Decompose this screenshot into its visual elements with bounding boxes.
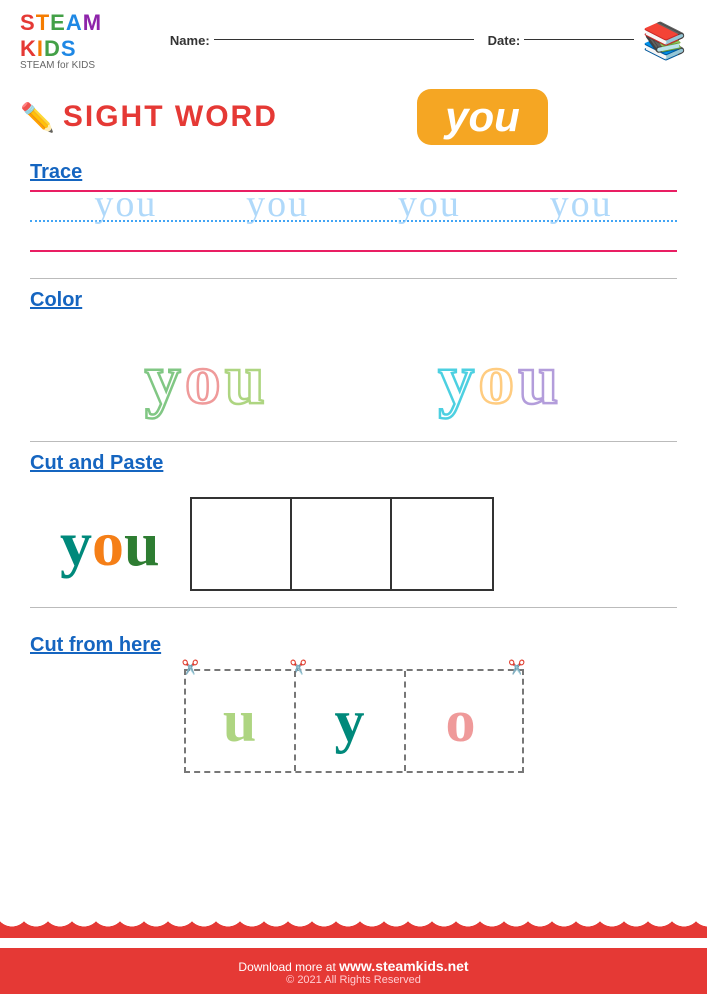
- you-badge: you: [417, 89, 548, 145]
- trace-title: Trace: [30, 161, 677, 184]
- cut-letter-u: u: [223, 687, 256, 756]
- cut-letter-y: y: [335, 687, 365, 756]
- paste-boxes: [190, 497, 494, 591]
- cut-cell-y: y: [296, 671, 406, 771]
- trace-lines: you you you you: [30, 190, 677, 270]
- date-label: Date:: [488, 33, 521, 48]
- sight-word-label: SIGHT WORD: [63, 100, 278, 134]
- name-label: Name:: [170, 33, 210, 48]
- trace-words: you you you you: [30, 182, 677, 226]
- logo: STEAM KIDS STEAM for KIDS: [20, 10, 150, 71]
- header-fields: Name: Date:: [150, 33, 634, 48]
- cut-here-section: Cut from here ✂️ ✂️ ✂️ u y o: [0, 614, 707, 793]
- cut-here-title: Cut from here: [30, 634, 677, 657]
- trace-area[interactable]: you you you you: [30, 190, 677, 270]
- name-line[interactable]: [214, 39, 474, 40]
- divider-2: [30, 441, 677, 442]
- cut-cell-u: u: [186, 671, 296, 771]
- abc-book-icon: 📚: [642, 20, 687, 62]
- trace-section: Trace you you you you: [0, 161, 707, 270]
- pencil-icon: ✏️: [20, 101, 55, 134]
- paste-box-1[interactable]: [192, 499, 292, 589]
- trace-word-4: you: [550, 182, 613, 226]
- paste-box-3[interactable]: [392, 499, 492, 589]
- trace-word-3: you: [398, 182, 461, 226]
- footer-download-text: Download more at www.steamkids.net: [0, 958, 707, 974]
- cut-paste-word: you: [60, 507, 160, 581]
- header: STEAM KIDS STEAM for KIDS Name: Date: 📚: [0, 0, 707, 81]
- trace-word-2: you: [246, 182, 309, 226]
- cut-paste-section: Cut and Paste you: [0, 452, 707, 607]
- logo-steam: STEAM KIDS: [20, 10, 150, 62]
- footer: Download more at www.steamkids.net © 202…: [0, 948, 707, 994]
- color-title: Color: [30, 289, 677, 312]
- divider-3: [30, 607, 677, 608]
- cut-dashed-box: ✂️ ✂️ ✂️ u y o: [184, 669, 524, 773]
- trace-word-1: you: [94, 182, 157, 226]
- color-you-2: you: [438, 338, 562, 421]
- color-you-1: you: [145, 338, 269, 421]
- divider-1: [30, 278, 677, 279]
- paste-box-2[interactable]: [292, 499, 392, 589]
- trace-line-bottom: [30, 250, 677, 252]
- cut-paste-row: you: [30, 481, 677, 607]
- color-row: you you: [30, 318, 677, 441]
- cut-paste-title: Cut and Paste: [30, 452, 677, 475]
- footer-copyright: © 2021 All Rights Reserved: [0, 974, 707, 986]
- logo-subtitle: STEAM for KIDS: [20, 60, 95, 71]
- color-section: Color you you: [0, 289, 707, 441]
- cut-cell-o: o: [406, 671, 516, 771]
- footer-url[interactable]: www.steamkids.net: [339, 958, 468, 974]
- cut-letter-o: o: [446, 687, 476, 756]
- date-line[interactable]: [524, 39, 634, 40]
- sight-word-row: ✏️ SIGHT WORD you: [0, 81, 707, 151]
- footer-scallop: [0, 920, 707, 938]
